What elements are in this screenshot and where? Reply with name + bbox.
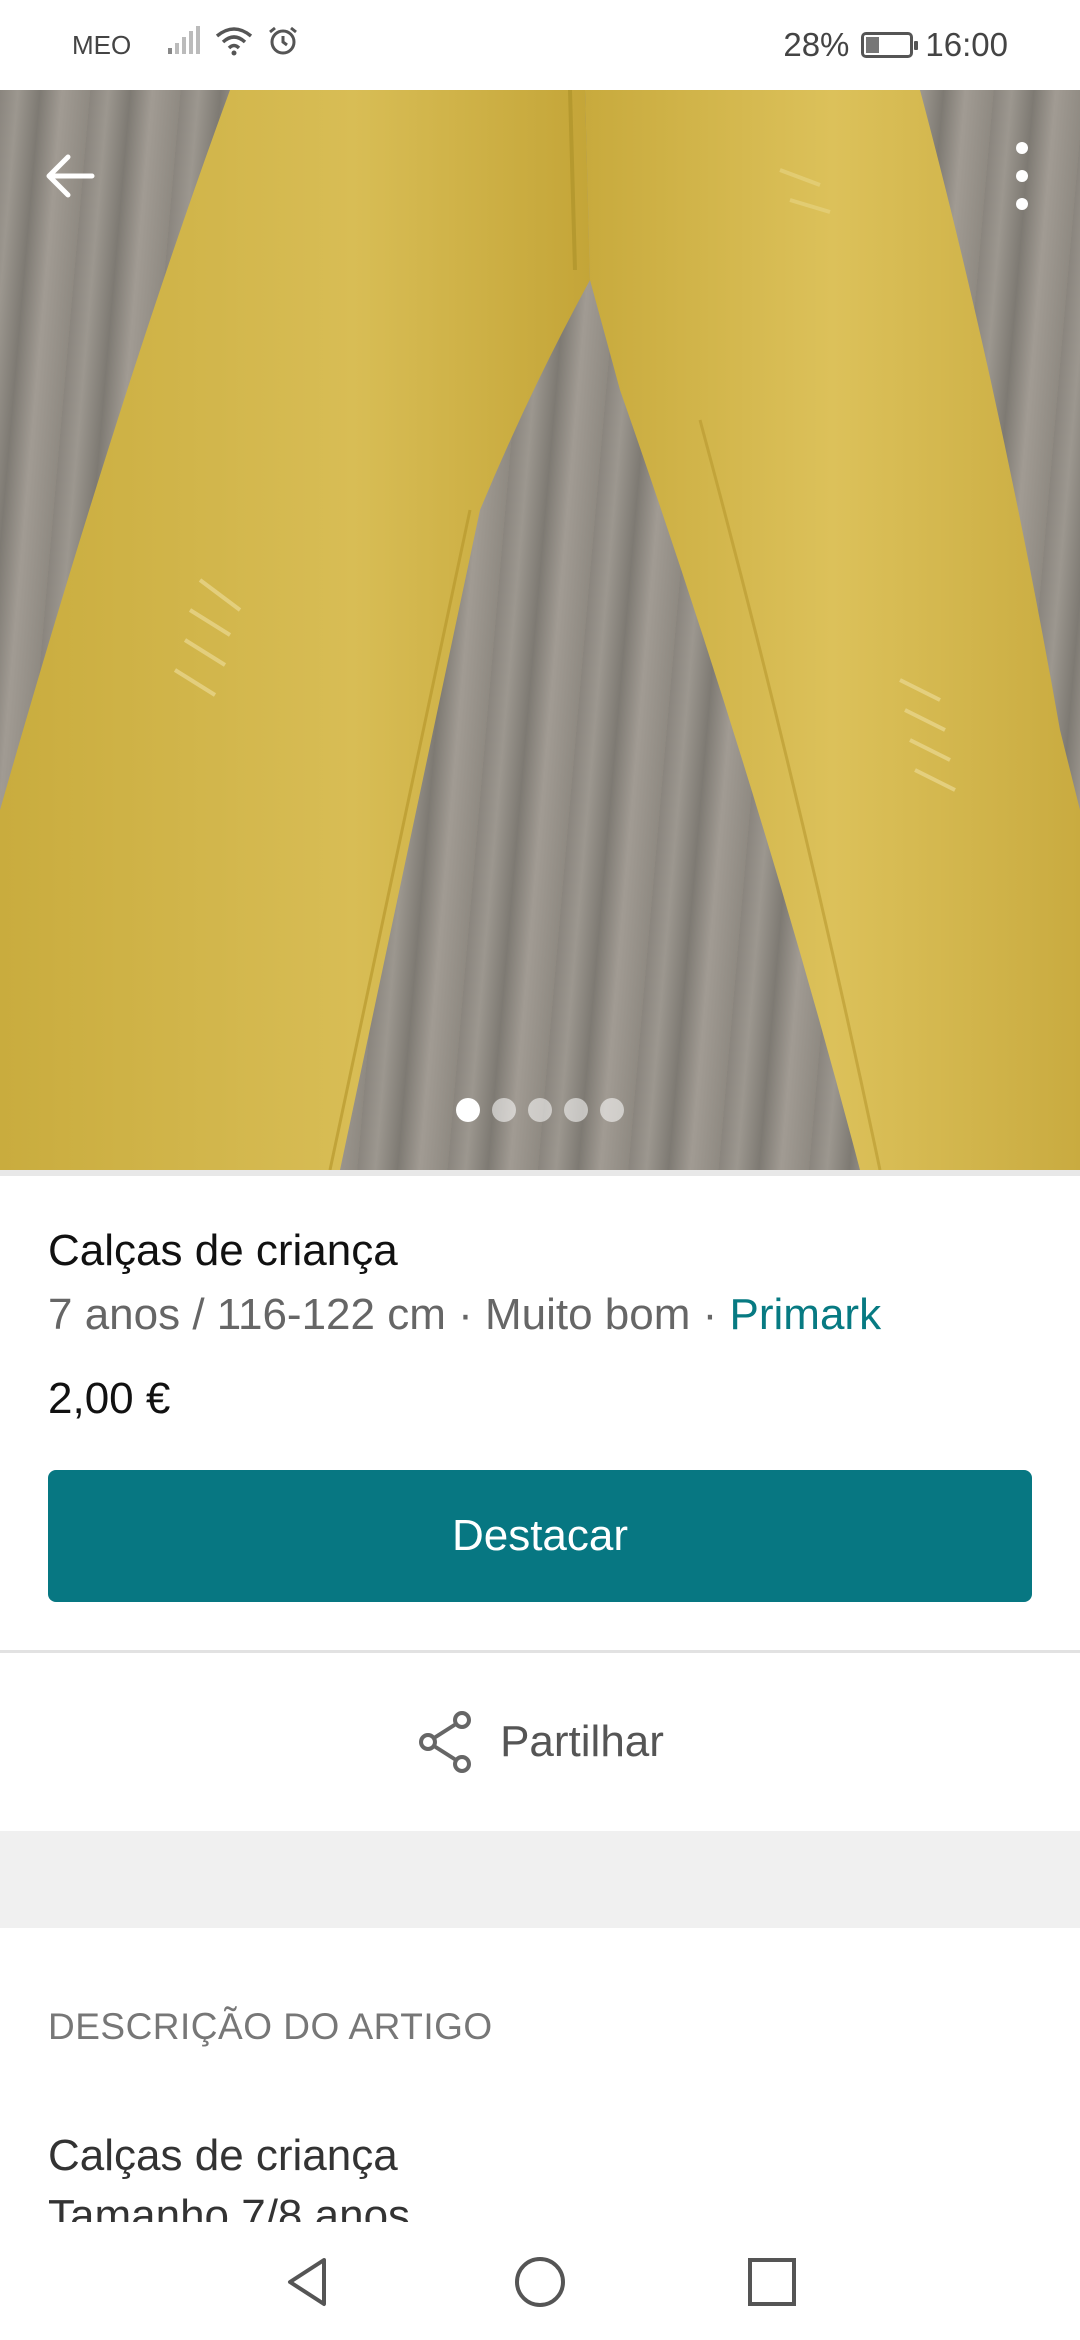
pager-dot[interactable]: [564, 1098, 588, 1122]
pager-dot[interactable]: [456, 1098, 480, 1122]
nav-home-button[interactable]: [514, 2256, 566, 2308]
description-text: Calças de criança Tamanho 7/8 anos: [48, 2126, 1032, 2222]
square-recents-icon: [748, 2258, 796, 2306]
trousers-illustration: [0, 90, 1080, 1170]
nav-back-button[interactable]: [282, 2256, 334, 2308]
photo-divider: [0, 1170, 1080, 1176]
clock: 16:00: [925, 26, 1008, 63]
more-options-button[interactable]: [1002, 138, 1042, 214]
status-bar: MEO 28% 16:00: [0, 0, 1080, 90]
share-icon: [419, 1711, 472, 1773]
brand-link[interactable]: Primark: [730, 1290, 882, 1339]
section-separator: [0, 1831, 1080, 1928]
share-button[interactable]: Partilhar: [0, 1653, 1080, 1831]
more-vertical-icon: [1016, 142, 1028, 210]
share-label: Partilhar: [500, 1717, 664, 1766]
pager-dot[interactable]: [492, 1098, 516, 1122]
description-line: Tamanho 7/8 anos: [48, 2191, 411, 2222]
carrier-label: MEO: [72, 29, 132, 60]
pager-dot[interactable]: [528, 1098, 552, 1122]
back-button[interactable]: [38, 144, 102, 208]
pager-dot[interactable]: [600, 1098, 624, 1122]
wifi-icon: [215, 26, 253, 64]
item-condition: Muito bom: [484, 1290, 691, 1339]
back-arrow-icon: [46, 154, 95, 198]
circle-home-icon: [515, 2257, 565, 2307]
separator: ·: [445, 1290, 485, 1339]
separator: ·: [690, 1290, 730, 1339]
battery-icon: [861, 32, 919, 58]
item-photo[interactable]: [0, 90, 1080, 1170]
item-title: Calças de criança: [48, 1226, 398, 1275]
item-size: 7 anos / 116-122 cm: [48, 1290, 446, 1339]
system-nav-bar: [0, 2222, 1080, 2340]
alarm-icon: [267, 25, 299, 65]
item-attributes: 7 anos / 116-122 cm · Muito bom · Primar…: [48, 1290, 881, 1340]
promote-button[interactable]: Destacar: [48, 1470, 1032, 1602]
gallery-pager: [0, 1098, 1080, 1122]
status-right: 28% 16:00: [783, 0, 1008, 90]
item-price: 2,00 €: [48, 1374, 171, 1423]
nav-recents-button[interactable]: [746, 2256, 798, 2308]
battery-percent: 28%: [783, 26, 850, 63]
description-heading: DESCRIÇÃO DO ARTIGO: [48, 2006, 493, 2047]
triangle-back-icon: [288, 2258, 326, 2306]
description-line: Calças de criança: [48, 2131, 398, 2180]
status-left: MEO: [72, 0, 299, 90]
signal-icon: [167, 26, 201, 64]
